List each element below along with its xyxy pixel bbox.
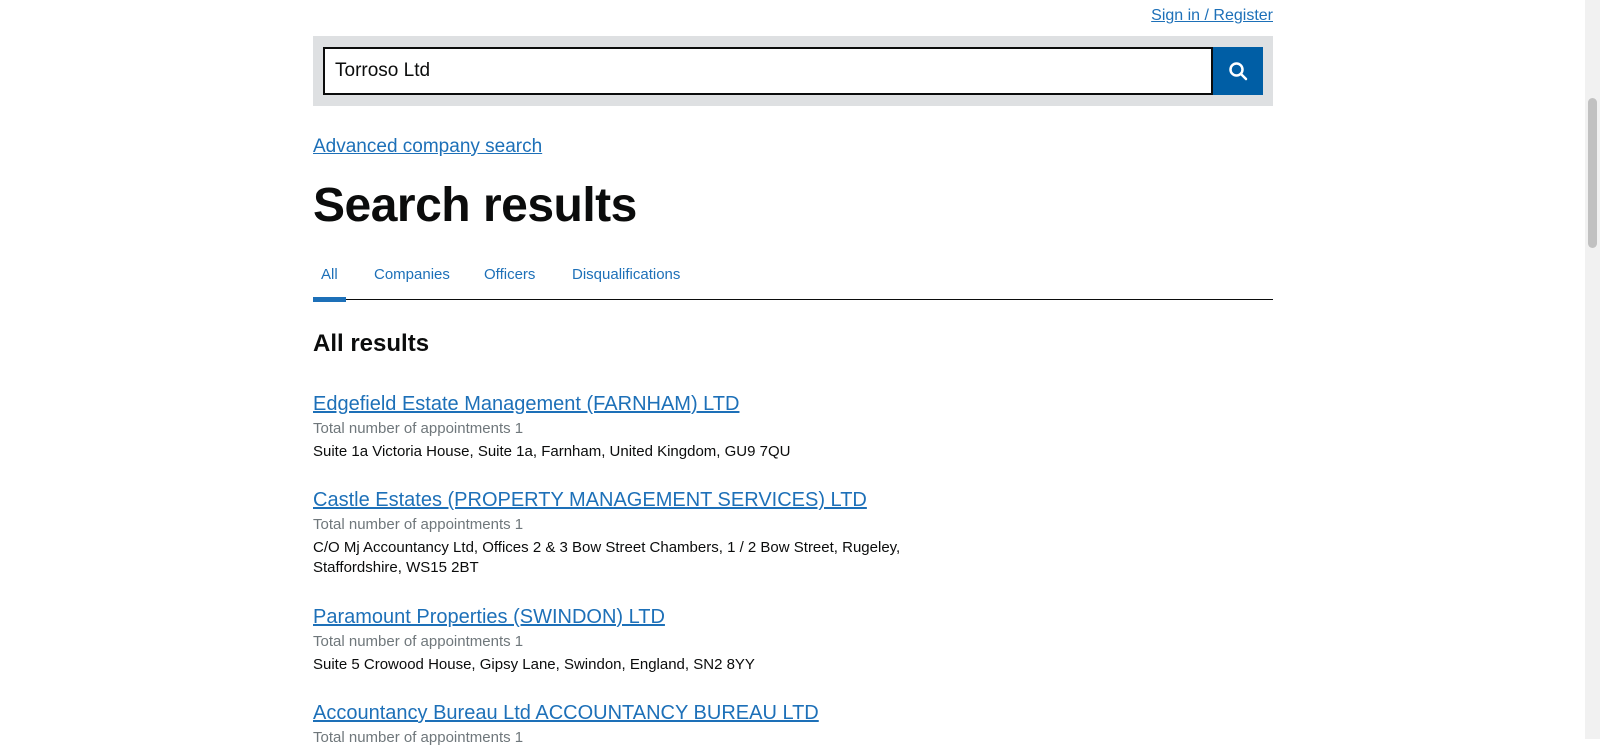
list-item: Castle Estates (PROPERTY MANAGEMENT SERV… [313, 487, 1273, 578]
scrollbar-thumb[interactable] [1588, 98, 1597, 248]
result-title-link[interactable]: Edgefield Estate Management (FARNHAM) LT… [313, 391, 1273, 417]
result-title-link[interactable]: Castle Estates (PROPERTY MANAGEMENT SERV… [313, 487, 1273, 513]
list-item: Accountancy Bureau Ltd ACCOUNTANCY BUREA… [313, 700, 1273, 748]
tab-all[interactable]: All [313, 266, 346, 302]
result-address: Suite 5 Crowood House, Gipsy Lane, Swind… [313, 656, 755, 673]
search-bar [313, 36, 1273, 106]
result-appointments: Total number of appointments 1 [313, 729, 524, 746]
page-scrollbar[interactable] [1585, 0, 1600, 739]
tab-companies[interactable]: Companies [374, 266, 450, 283]
result-title-link[interactable]: Accountancy Bureau Ltd ACCOUNTANCY BUREA… [313, 700, 1273, 726]
advanced-company-search-link[interactable]: Advanced company search [313, 136, 542, 158]
search-button[interactable] [1213, 47, 1263, 95]
result-appointments: Total number of appointments 1 [313, 420, 524, 437]
search-icon [1229, 62, 1248, 81]
result-address: Suite 1a Victoria House, Suite 1a, Farnh… [313, 443, 791, 460]
result-address: C/O Mj Accountancy Ltd, Offices 2 & 3 Bo… [313, 539, 901, 576]
result-title-link[interactable]: Paramount Properties (SWINDON) LTD [313, 604, 1273, 630]
sign-in-register-link[interactable]: Sign in / Register [1151, 7, 1273, 25]
list-item: Edgefield Estate Management (FARNHAM) LT… [313, 391, 1273, 462]
search-input[interactable] [323, 47, 1213, 95]
results-tabs: All Companies Officers Disqualifications [313, 256, 1273, 302]
all-results-heading: All results [313, 330, 430, 357]
tab-disqualifications[interactable]: Disqualifications [572, 266, 680, 283]
result-appointments: Total number of appointments 1 [313, 633, 524, 650]
list-item: Paramount Properties (SWINDON) LTD Total… [313, 604, 1273, 675]
page-title: Search results [313, 179, 637, 232]
tab-officers[interactable]: Officers [484, 266, 535, 283]
result-appointments: Total number of appointments 1 [313, 516, 524, 533]
